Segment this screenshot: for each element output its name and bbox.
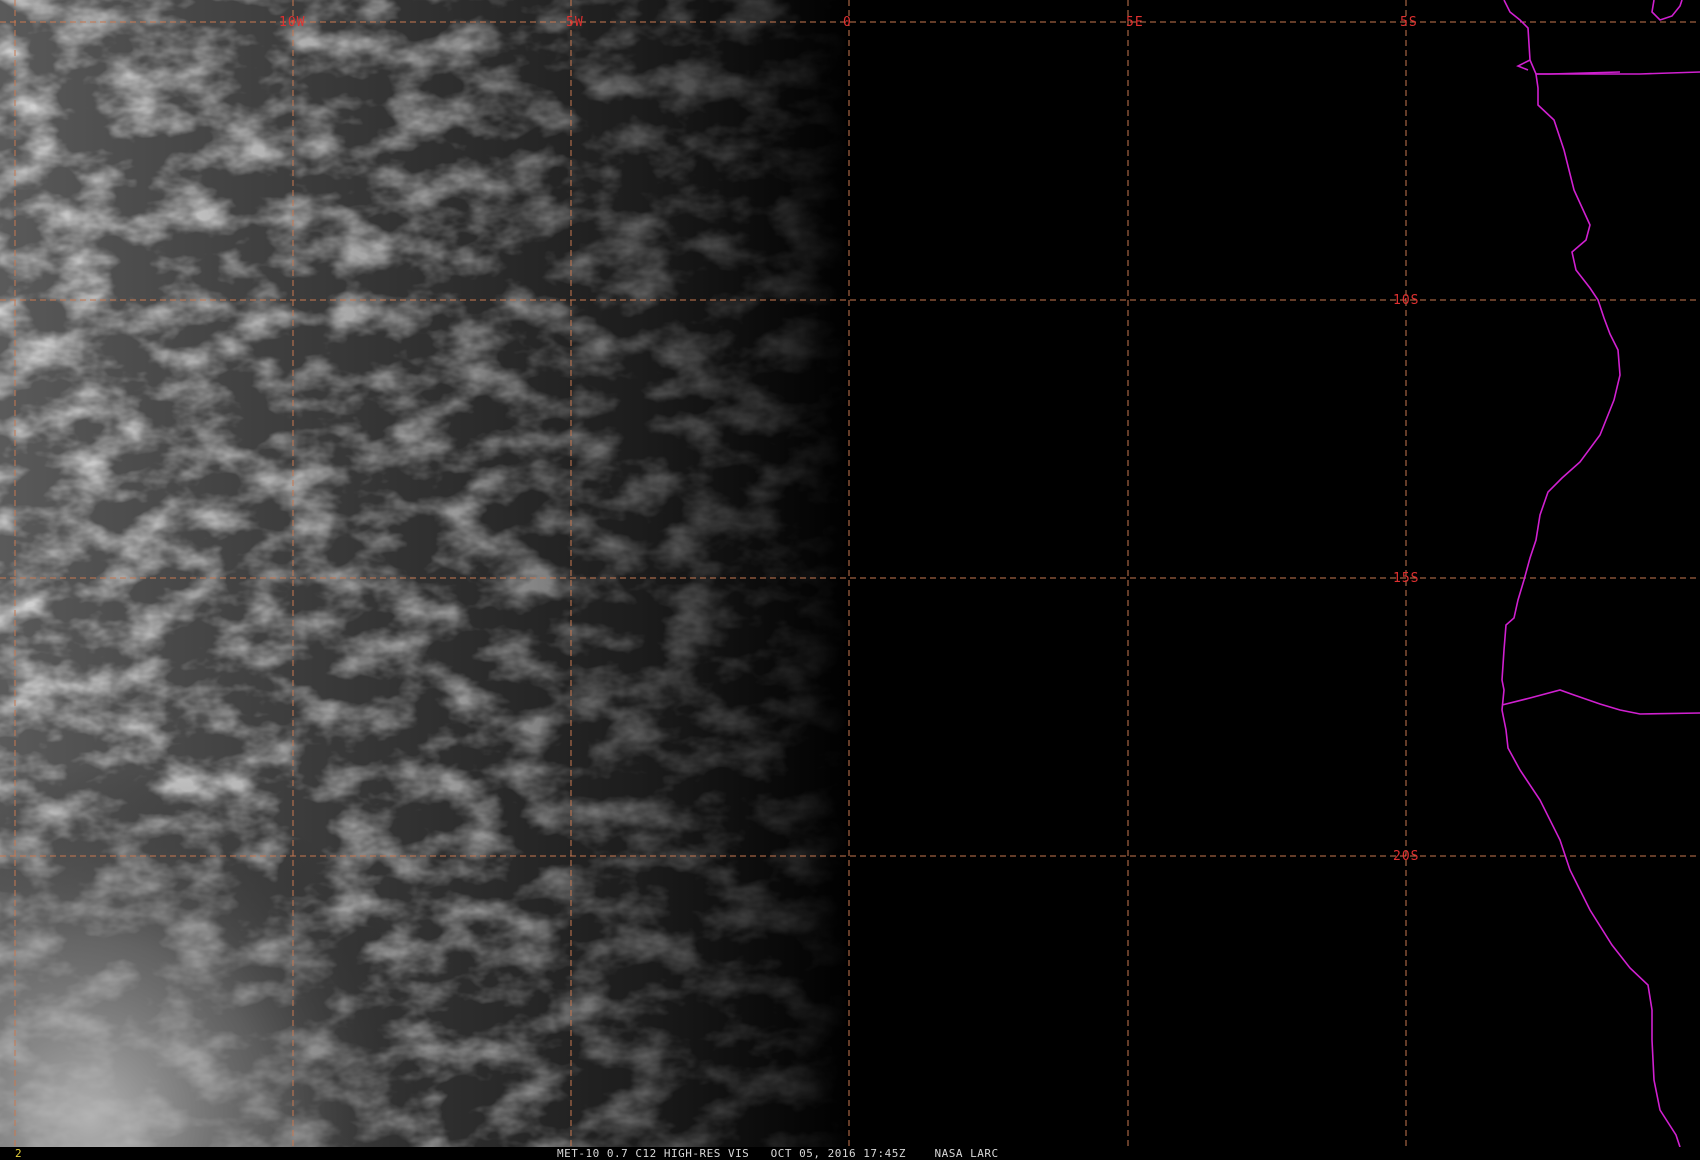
coastline xyxy=(1501,0,1700,1147)
longitude-label-5w: 5W xyxy=(566,15,584,30)
frame-number: 2 xyxy=(15,1147,22,1160)
latitude-label-20s: 20S xyxy=(1393,849,1419,864)
latitude-label-15s: 15S xyxy=(1393,571,1419,586)
latitude-label-5s: 5S xyxy=(1400,15,1418,30)
image-caption-bar: 2 MET-10 0.7 C12 HIGH-RES VIS OCT 05, 20… xyxy=(0,1147,1700,1160)
longitude-label-5e: 5E xyxy=(1126,15,1144,30)
satellite-image-viewer: 10W 5W 0 5E 5S 10S 15S 20S 2 MET-10 0.7 … xyxy=(0,0,1700,1160)
image-caption: MET-10 0.7 C12 HIGH-RES VIS OCT 05, 2016… xyxy=(557,1147,999,1160)
longitude-label-10w: 10W xyxy=(279,15,305,30)
satellite-map: 10W 5W 0 5E 5S 10S 15S 20S xyxy=(0,0,1700,1147)
latitude-label-10s: 10S xyxy=(1393,293,1419,308)
cloud-imagery xyxy=(0,0,850,1147)
longitude-label-0: 0 xyxy=(843,15,852,30)
